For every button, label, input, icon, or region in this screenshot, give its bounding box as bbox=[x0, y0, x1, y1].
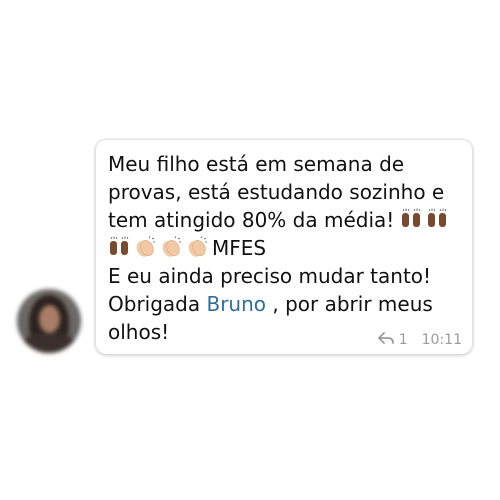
message-line-text: Obrigada bbox=[108, 292, 201, 316]
reply-count[interactable]: 1 bbox=[399, 332, 408, 348]
message-line-text: MFES bbox=[212, 236, 267, 260]
clapping-hands-emoji-icon bbox=[186, 236, 208, 258]
avatar-body bbox=[23, 333, 75, 353]
clapping-hands-emoji-icon bbox=[134, 236, 156, 258]
message-meta: 1 10:11 bbox=[377, 331, 462, 349]
message-line: tem atingido 80% da média! bbox=[108, 206, 460, 234]
message-line: Meu filho está em semana de bbox=[108, 152, 405, 176]
reply-icon[interactable] bbox=[377, 331, 399, 349]
emoji-group bbox=[400, 208, 452, 232]
sender-avatar[interactable] bbox=[17, 289, 81, 353]
message-bubble[interactable]: Meu filho está em semana de provas, está… bbox=[96, 140, 472, 354]
raising-hands-emoji-icon bbox=[426, 208, 448, 230]
user-mention-link[interactable]: Bruno bbox=[206, 292, 266, 316]
avatar-face bbox=[39, 305, 60, 333]
clapping-hands-emoji-icon bbox=[160, 236, 182, 258]
message-line: MFES bbox=[108, 234, 460, 262]
message-line-text: tem atingido 80% da média! bbox=[108, 208, 395, 232]
message-line-text: , por abrir meus bbox=[272, 292, 433, 316]
message-text: Meu filho está em semana de provas, está… bbox=[108, 150, 460, 346]
raising-hands-emoji-icon bbox=[400, 208, 422, 230]
message-time: 10:11 bbox=[421, 332, 462, 348]
raising-hands-emoji-icon bbox=[108, 236, 130, 258]
message-line: provas, está estudando sozinho e bbox=[108, 180, 445, 204]
chat-message-view: Meu filho está em semana de provas, está… bbox=[0, 0, 500, 500]
message-line: E eu ainda preciso mudar tanto! bbox=[108, 264, 432, 288]
message-line: Obrigada Bruno , por abrir meus bbox=[108, 290, 460, 318]
emoji-group bbox=[108, 236, 212, 260]
